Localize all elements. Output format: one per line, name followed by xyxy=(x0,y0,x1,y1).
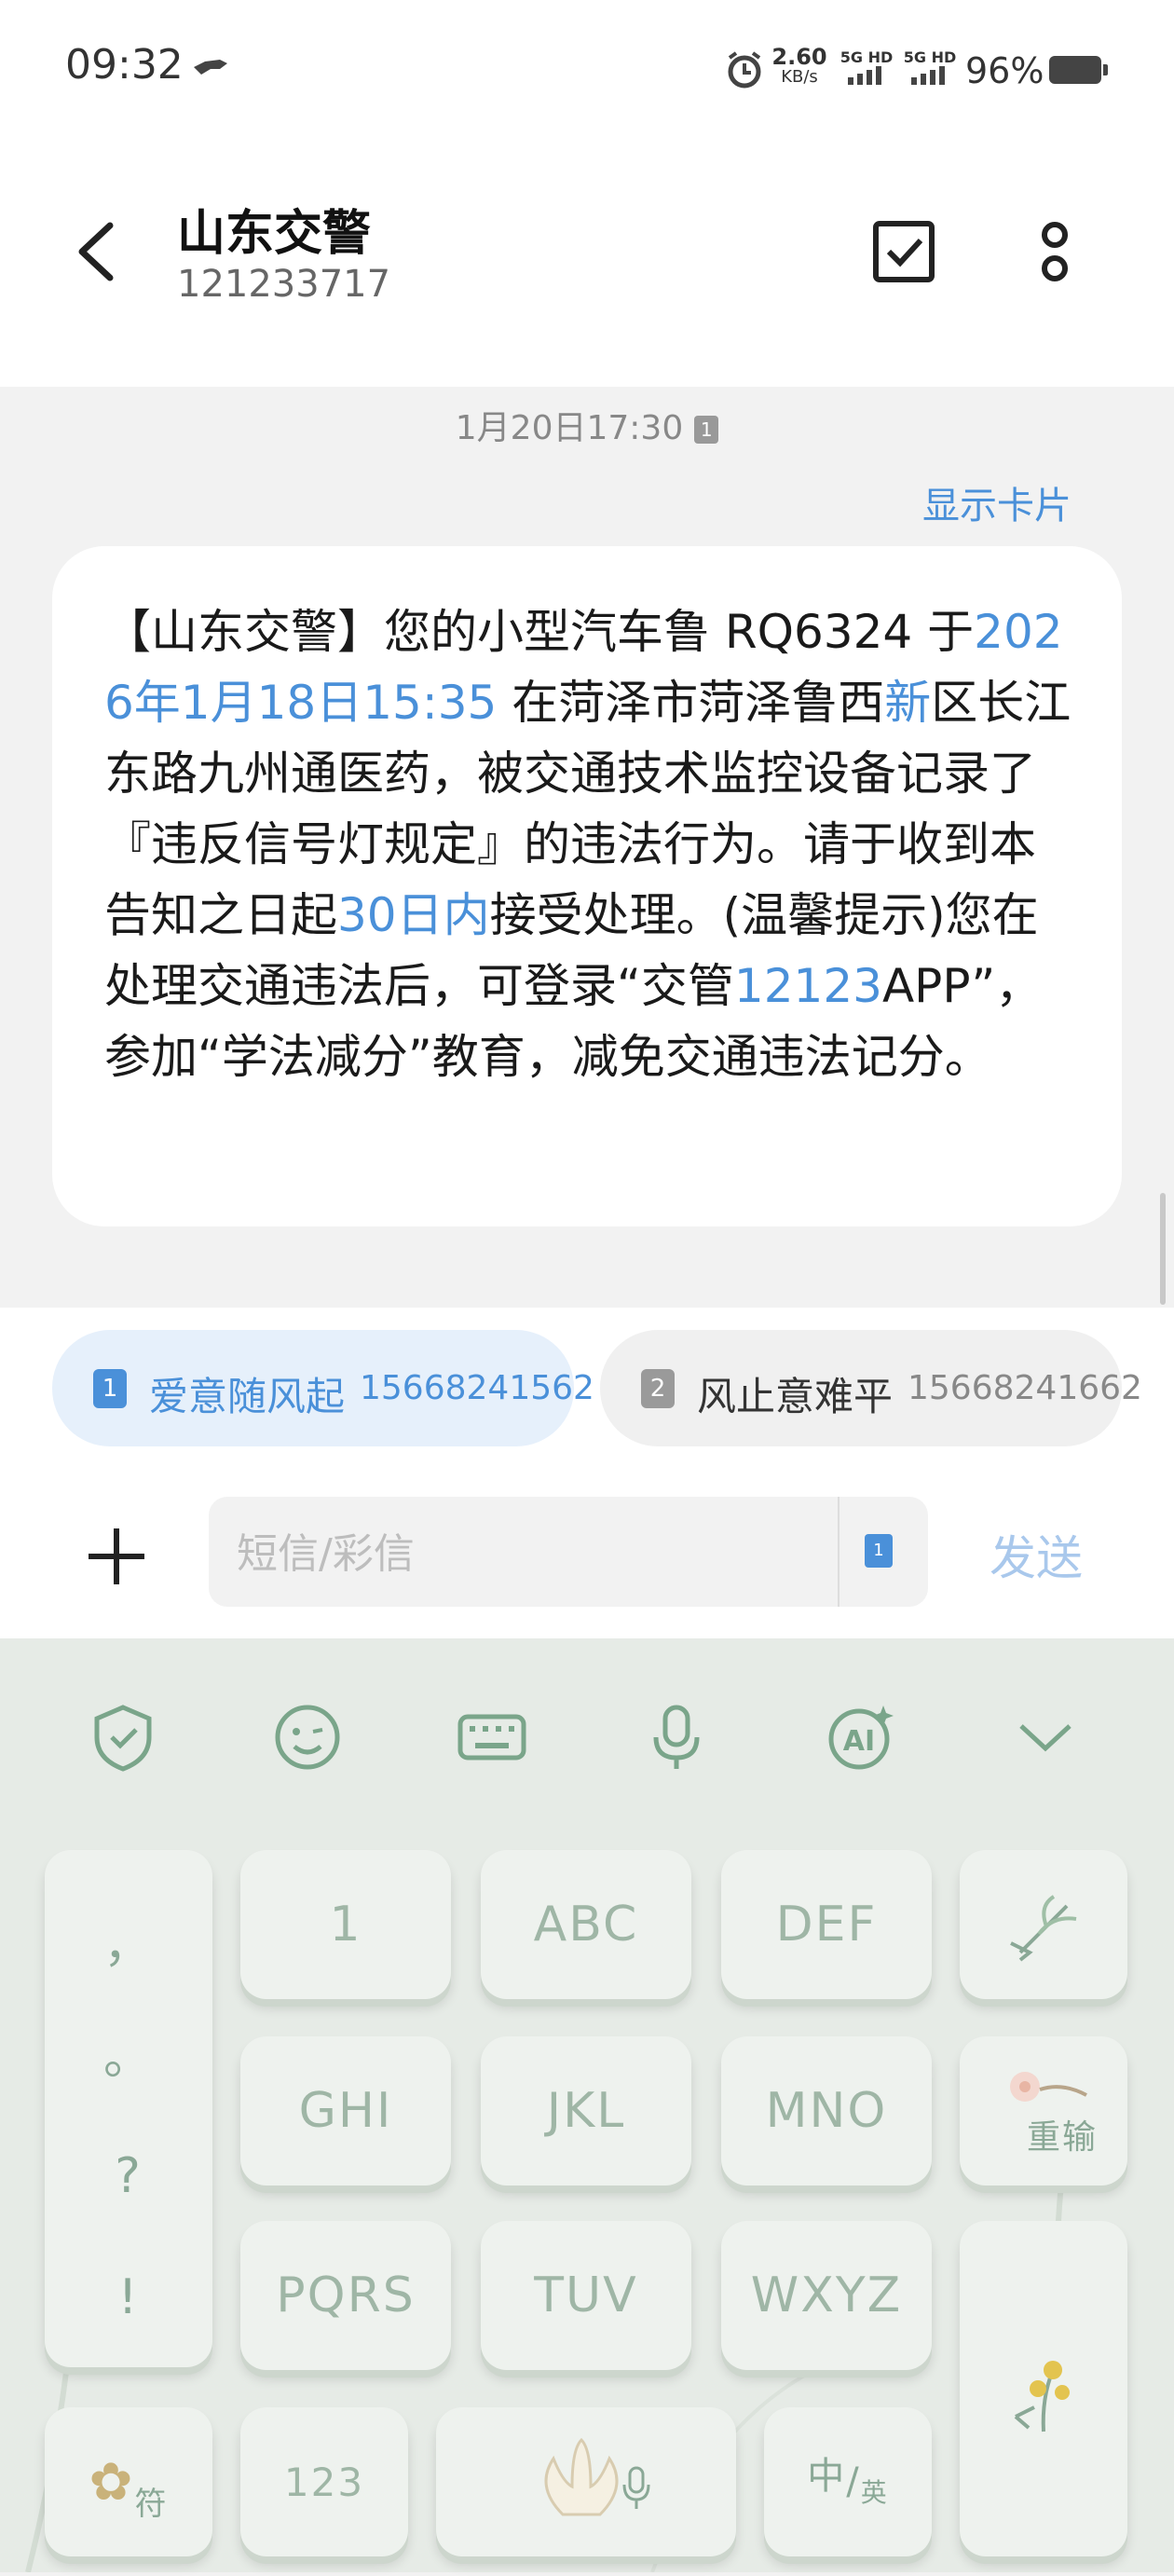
message-input[interactable] xyxy=(235,1525,835,1583)
space-key[interactable] xyxy=(436,2407,736,2556)
key-abc[interactable]: ABC xyxy=(481,1850,691,1999)
contact-name: 山东交警 xyxy=(177,206,372,262)
input-divider xyxy=(838,1497,840,1607)
chevron-left-icon xyxy=(78,222,114,281)
emoji-icon[interactable] xyxy=(270,1700,345,1774)
message-text-part: 在菏泽市菏泽鲁西 xyxy=(497,676,885,730)
bamboo-delete-icon xyxy=(1010,1895,1077,1962)
punct-exclamation[interactable]: ! xyxy=(45,2269,212,2325)
punct-question[interactable]: ? xyxy=(45,2148,212,2204)
delete-key[interactable] xyxy=(960,1850,1127,1999)
punct-comma[interactable]: ， xyxy=(45,1906,212,1976)
send-button[interactable]: 发送 xyxy=(990,1521,1083,1588)
sim-switch-button[interactable]: 1 xyxy=(865,1534,893,1568)
signal-sim2-icon: 5G HD xyxy=(900,48,960,89)
punctuation-column-key[interactable]: ， 。 ? ! xyxy=(45,1850,212,2367)
sim-chip-2[interactable]: 2 风止意难平 15668241662 xyxy=(600,1330,1142,1446)
language-switch-key[interactable]: 中 / 英 xyxy=(764,2407,932,2556)
location-link[interactable]: 新 xyxy=(884,676,931,730)
sim-1-phone: 15668241562 xyxy=(360,1369,594,1407)
attach-button[interactable] xyxy=(84,1524,149,1589)
select-button[interactable] xyxy=(867,214,941,289)
deadline-link[interactable]: 30日内 xyxy=(337,888,490,942)
symbol-key[interactable]: ✿ 符 xyxy=(45,2407,212,2556)
keyboard-icon[interactable] xyxy=(455,1700,529,1774)
enter-key[interactable] xyxy=(960,2221,1127,2556)
signal-sim1-icon: 5G HD xyxy=(837,48,896,89)
checkbox-icon xyxy=(873,221,935,282)
phone-link[interactable]: 12123 xyxy=(734,959,882,1013)
flower-icon xyxy=(1010,2072,1087,2102)
enter-orchid-icon xyxy=(1014,2361,1070,2432)
key-mno[interactable]: MNO xyxy=(721,2036,932,2185)
microphone-icon[interactable] xyxy=(639,1700,714,1774)
back-button[interactable] xyxy=(65,214,130,289)
ai-icon[interactable]: AI xyxy=(824,1700,898,1774)
lang-english: 英 xyxy=(860,2477,889,2508)
key-def[interactable]: DEF xyxy=(721,1850,932,1999)
sim-indicator: 1 xyxy=(694,416,719,444)
lang-separator: / xyxy=(846,2460,861,2503)
message-timestamp: 1月20日17:30 1 xyxy=(0,401,1174,449)
gesture-icon xyxy=(192,54,229,84)
battery-icon xyxy=(1049,56,1108,84)
svg-text:AI: AI xyxy=(843,1725,875,1758)
key-ghi[interactable]: GHI xyxy=(240,2036,451,2185)
contact-number: 121233717 xyxy=(177,263,391,306)
sim-chip-1[interactable]: 1 爱意随风起 15668241562 xyxy=(52,1330,594,1446)
more-vertical-icon xyxy=(1042,222,1068,281)
sim-1-icon: 1 xyxy=(93,1369,127,1408)
lang-chinese: 中 xyxy=(807,2455,847,2498)
key-wxyz[interactable]: WXYZ xyxy=(721,2221,932,2370)
message-text-part: 【山东交警】您的小型汽车鲁 RQ6324 于 xyxy=(104,605,975,659)
message-text: 【山东交警】您的小型汽车鲁 RQ6324 于2026年1月18日15:35 在菏… xyxy=(104,596,1073,1092)
symbol-label: 符 xyxy=(134,2485,169,2523)
key-jkl[interactable]: JKL xyxy=(481,2036,691,2185)
sim-2-phone: 15668241662 xyxy=(908,1369,1142,1407)
shield-icon[interactable] xyxy=(86,1700,160,1774)
number-key[interactable]: 123 xyxy=(240,2407,408,2556)
sim-2-name: 风止意难平 xyxy=(697,1374,894,1419)
punct-period[interactable]: 。 xyxy=(45,2018,212,2088)
status-time: 09:32 xyxy=(65,41,184,89)
retype-key[interactable]: 重输 xyxy=(960,2036,1127,2185)
conversation-header xyxy=(0,140,1174,387)
collapse-keyboard-icon[interactable] xyxy=(1008,1700,1083,1774)
show-card-link[interactable]: 显示卡片 xyxy=(922,475,1072,529)
scrollbar[interactable] xyxy=(1160,1193,1166,1305)
net-speed: 2.60 KB/s xyxy=(771,44,827,87)
sim-2-icon: 2 xyxy=(641,1369,675,1408)
battery-percent: 96% xyxy=(965,50,1044,91)
lotus-mic-icon xyxy=(544,2437,650,2516)
message-input-box: 1 xyxy=(209,1497,928,1607)
sim-1-name: 爱意随风起 xyxy=(149,1374,346,1419)
key-tuv[interactable]: TUV xyxy=(481,2221,691,2370)
key-1[interactable]: 1 xyxy=(240,1850,451,1999)
more-options-button[interactable] xyxy=(1017,214,1092,289)
key-pqrs[interactable]: PQRS xyxy=(240,2221,451,2370)
flower-icon: ✿ xyxy=(89,2451,135,2513)
retype-label: 重输 xyxy=(1026,2118,1098,2157)
plus-icon xyxy=(89,1528,144,1584)
alarm-icon xyxy=(725,50,764,93)
